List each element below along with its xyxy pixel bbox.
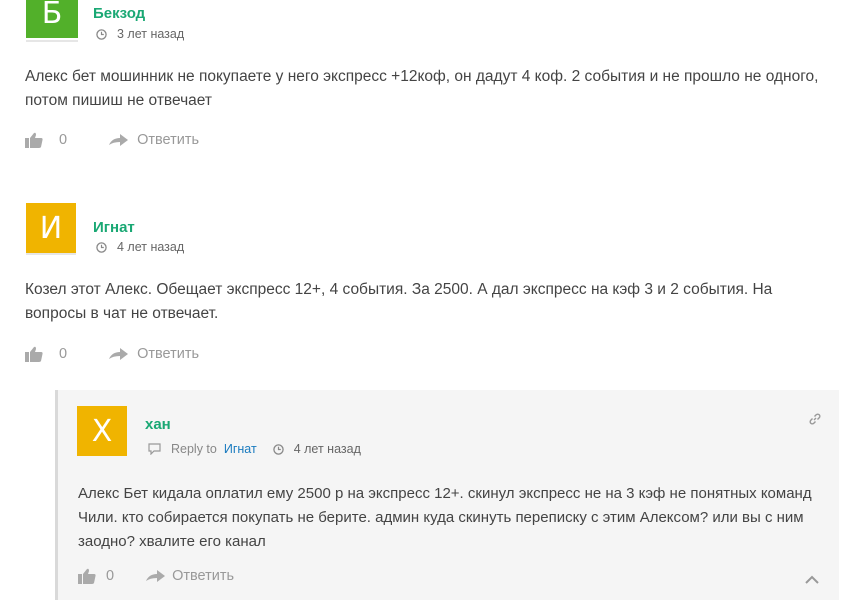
comment-time[interactable]: 3 лет назад (117, 27, 184, 41)
comment-bubble-icon (148, 443, 161, 455)
comment-author[interactable]: Игнат (93, 219, 135, 236)
clock-icon (96, 241, 107, 253)
reply-button[interactable]: Ответить (109, 346, 199, 362)
comment-time[interactable]: 4 лет назад (294, 442, 361, 456)
like-count: 0 (59, 346, 68, 362)
comment-text: Козел этот Алекс. Обещает экспресс 12+, … (25, 281, 773, 322)
thumbs-up-icon (78, 568, 96, 584)
comment-actions: 0 Ответить (25, 132, 199, 148)
comment-author[interactable]: Бекзод (93, 5, 145, 22)
thumbs-up-icon (25, 132, 43, 148)
comment-text: Алекс бет мошинник не покупаете у него э… (25, 68, 819, 109)
avatar-letter: Б (41, 0, 63, 31)
like-button[interactable]: 0 (78, 568, 114, 584)
reply-label: Ответить (172, 568, 235, 584)
comment-actions: 0 Ответить (78, 568, 234, 584)
comment-actions: 0 Ответить (25, 346, 199, 362)
avatar: И (26, 203, 76, 253)
collapse-chevron-up-icon[interactable] (804, 572, 820, 590)
permalink-icon[interactable] (808, 412, 822, 431)
like-count: 0 (59, 132, 68, 148)
comment: И Игнат 4 лет назад Козел этот Алекс. Об… (0, 200, 859, 380)
avatar: Б (26, 0, 78, 38)
comment-author[interactable]: хан (145, 416, 171, 433)
thumbs-up-icon (25, 346, 43, 362)
clock-icon (96, 28, 107, 40)
reply-button[interactable]: Ответить (109, 132, 199, 148)
avatar: Х (77, 406, 127, 456)
comment-meta: 4 лет назад (96, 240, 184, 254)
reply-comment: Х хан Reply to Игнат 4 лет назад Алекс Б… (55, 390, 839, 600)
reply-arrow-icon (146, 570, 166, 582)
reply-arrow-icon (109, 134, 129, 146)
comment-meta: Reply to Игнат 4 лет назад (148, 442, 361, 456)
comment-text: Алекс Бет кидала оплатил ему 2500 р на э… (78, 485, 812, 550)
like-button[interactable]: 0 (25, 132, 67, 148)
comment: Б Бекзод 3 лет назад Алекс бет мошинник … (0, 0, 859, 185)
reply-to-label: Reply to (171, 442, 217, 456)
avatar-letter: И (39, 210, 63, 246)
comment-meta: 3 лет назад (96, 27, 184, 41)
like-button[interactable]: 0 (25, 346, 67, 362)
avatar-border (26, 253, 76, 255)
reply-to-link[interactable]: Игнат (224, 442, 257, 456)
reply-label: Ответить (137, 346, 200, 362)
clock-icon (272, 443, 284, 455)
comment-time[interactable]: 4 лет назад (117, 240, 184, 254)
reply-arrow-icon (109, 348, 129, 360)
reply-label: Ответить (137, 132, 200, 148)
reply-button[interactable]: Ответить (146, 568, 234, 584)
like-count: 0 (106, 568, 115, 584)
avatar-letter: Х (91, 413, 113, 449)
